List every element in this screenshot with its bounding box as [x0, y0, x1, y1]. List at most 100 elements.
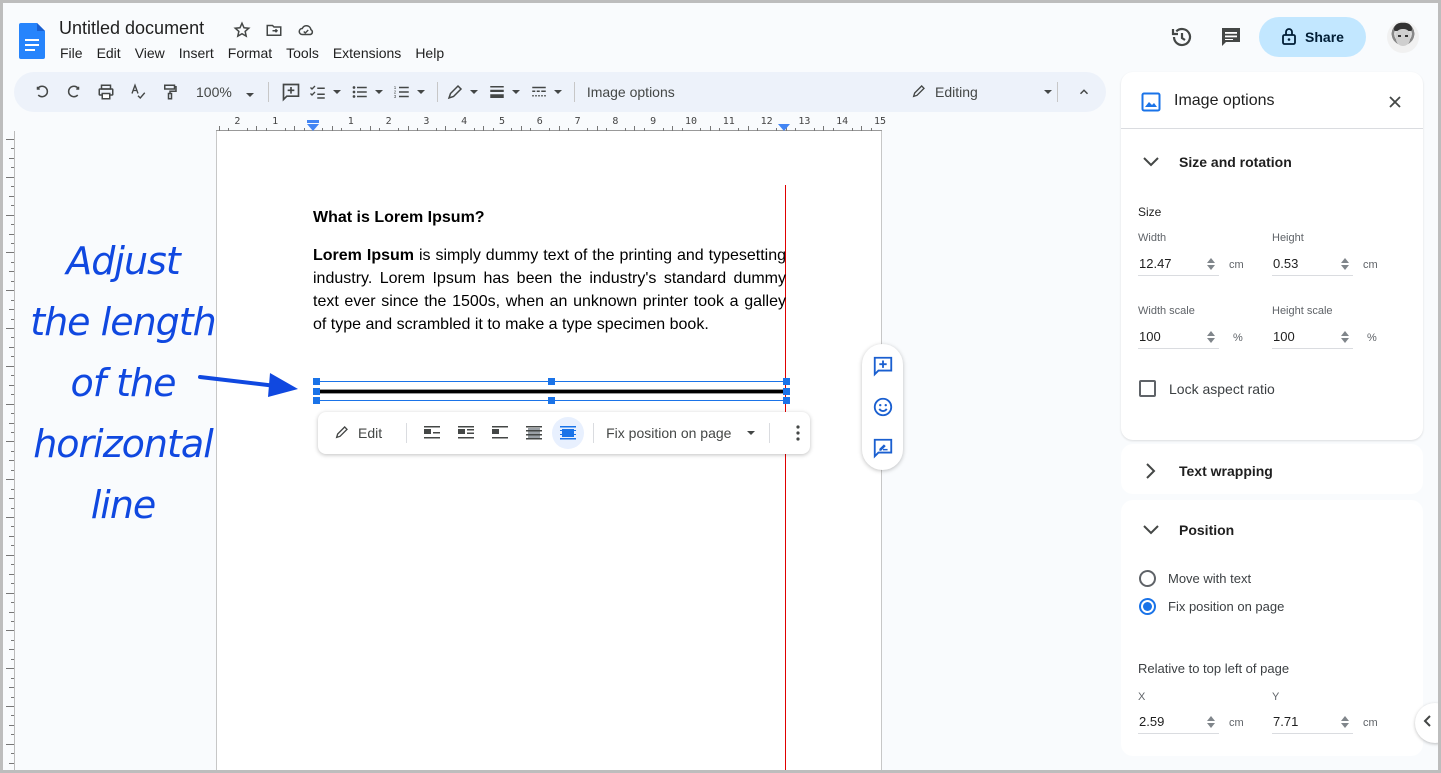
document-paragraph: Lorem Ipsum is simply dummy text of the … — [313, 244, 786, 336]
ruler-tick — [9, 271, 14, 273]
border-dash-icon[interactable] — [530, 78, 562, 106]
move-to-folder-icon[interactable] — [264, 20, 284, 40]
menu-file[interactable]: File — [60, 45, 83, 61]
wrap-text-icon[interactable] — [450, 417, 482, 449]
height-value: 0.53 — [1273, 256, 1299, 271]
editing-mode-select[interactable]: Editing — [911, 78, 1052, 106]
resize-handle-top-left[interactable] — [313, 378, 320, 385]
resize-handle-top-right[interactable] — [783, 378, 790, 385]
ruler-tick — [6, 554, 14, 556]
spinner-icon[interactable] — [1341, 715, 1349, 729]
y-position-input[interactable]: 7.71 — [1272, 710, 1353, 734]
version-history-icon[interactable] — [1170, 25, 1194, 49]
numbered-list-icon[interactable]: 123 — [393, 78, 425, 106]
ruler-tick — [11, 526, 14, 528]
horizontal-ruler[interactable]: 2 1 1 2 3 4 5 6 7 8 9 10 11 12 13 14 15 — [216, 116, 886, 131]
chevron-down-icon — [1043, 90, 1052, 94]
collapse-icon[interactable] — [1072, 80, 1096, 104]
suggest-edits-icon[interactable] — [871, 436, 895, 460]
checklist-icon[interactable] — [309, 78, 341, 106]
menu-edit[interactable]: Edit — [97, 45, 121, 61]
ruler-tick — [11, 148, 14, 150]
spinner-icon[interactable] — [1207, 330, 1215, 344]
radio-selected-icon[interactable] — [1139, 598, 1156, 615]
border-weight-icon[interactable] — [488, 78, 520, 106]
ruler-tick — [11, 715, 14, 717]
print-icon[interactable] — [92, 78, 120, 106]
docs-logo-icon[interactable] — [19, 23, 45, 59]
section-size-rotation[interactable]: Size and rotation — [1141, 152, 1292, 172]
horizontal-line-image[interactable] — [313, 378, 790, 404]
position-mode-label: Fix position on page — [606, 425, 732, 441]
bulleted-list-icon[interactable] — [351, 78, 383, 106]
menu-help[interactable]: Help — [415, 45, 444, 61]
comments-icon[interactable] — [1219, 25, 1243, 49]
undo-icon[interactable] — [28, 78, 56, 106]
section-text-wrapping[interactable]: Text wrapping — [1141, 461, 1273, 481]
vertical-ruler[interactable] — [3, 131, 15, 770]
radio-icon[interactable] — [1139, 570, 1156, 587]
spinner-icon[interactable] — [1207, 715, 1215, 729]
ruler-tick — [11, 375, 14, 377]
radio-fix-position[interactable]: Fix position on page — [1139, 598, 1284, 615]
ruler-tick — [9, 460, 14, 462]
resize-handle-left[interactable] — [313, 388, 320, 395]
resize-handle-bottom-right[interactable] — [783, 397, 790, 404]
menu-view[interactable]: View — [135, 45, 165, 61]
main-toolbar: 100% 123 Image options Editing — [14, 72, 1106, 112]
spinner-icon[interactable] — [1341, 257, 1349, 271]
chevron-down-icon — [1141, 520, 1161, 540]
resize-handle-bottom[interactable] — [548, 397, 555, 404]
break-text-icon[interactable] — [484, 417, 516, 449]
more-options-icon[interactable] — [788, 425, 808, 441]
section-position[interactable]: Position — [1141, 520, 1234, 540]
image-options-button[interactable]: Image options — [587, 84, 675, 100]
height-scale-input[interactable]: 100 — [1272, 325, 1353, 349]
pencil-icon — [911, 83, 927, 102]
zoom-select[interactable]: 100% — [196, 84, 254, 100]
avatar[interactable] — [1387, 21, 1419, 53]
resize-handle-right[interactable] — [783, 388, 790, 395]
ruler-tick — [9, 724, 14, 726]
resize-handle-top[interactable] — [548, 378, 555, 385]
add-emoji-reaction-icon[interactable] — [871, 395, 895, 419]
lock-aspect-ratio-checkbox[interactable]: Lock aspect ratio — [1139, 380, 1275, 397]
close-icon[interactable] — [1385, 92, 1405, 112]
add-comment-icon[interactable] — [871, 354, 895, 378]
star-icon[interactable] — [232, 20, 252, 40]
image-icon — [1141, 92, 1161, 117]
toolbar-divider — [593, 423, 595, 443]
spellcheck-icon[interactable] — [124, 78, 152, 106]
menu-insert[interactable]: Insert — [179, 45, 214, 61]
edit-image-button[interactable]: Edit — [334, 424, 382, 443]
x-position-input[interactable]: 2.59 — [1138, 710, 1219, 734]
position-mode-select[interactable]: Fix position on page — [606, 425, 756, 441]
spinner-icon[interactable] — [1341, 330, 1349, 344]
y-value: 7.71 — [1273, 714, 1299, 729]
border-color-icon[interactable] — [446, 78, 478, 106]
height-input[interactable]: 0.53 — [1272, 252, 1353, 276]
share-button[interactable]: Share — [1259, 17, 1366, 57]
width-input[interactable]: 12.47 — [1138, 252, 1219, 276]
document-title[interactable]: Untitled document — [59, 18, 204, 39]
ruler-tick — [11, 299, 14, 301]
spinner-icon[interactable] — [1207, 257, 1215, 271]
behind-text-icon[interactable] — [518, 417, 550, 449]
cloud-saved-icon[interactable] — [296, 20, 316, 40]
redo-icon[interactable] — [60, 78, 88, 106]
checkbox-icon[interactable] — [1139, 380, 1156, 397]
ruler-tick — [11, 337, 14, 339]
resize-handle-bottom-left[interactable] — [313, 397, 320, 404]
in-line-icon[interactable] — [416, 417, 448, 449]
document-body[interactable]: What is Lorem Ipsum? Lorem Ipsum is simp… — [313, 208, 786, 336]
ruler-label: 2 — [234, 116, 241, 127]
radio-move-with-text[interactable]: Move with text — [1139, 570, 1251, 587]
menu-extensions[interactable]: Extensions — [333, 45, 401, 61]
add-comment-icon[interactable] — [277, 78, 305, 106]
menu-tools[interactable]: Tools — [286, 45, 319, 61]
paint-format-icon[interactable] — [156, 78, 184, 106]
menu-format[interactable]: Format — [228, 45, 272, 61]
in-front-of-text-icon[interactable] — [552, 417, 585, 449]
radio-label: Move with text — [1168, 571, 1252, 586]
width-scale-input[interactable]: 100 — [1138, 325, 1219, 349]
